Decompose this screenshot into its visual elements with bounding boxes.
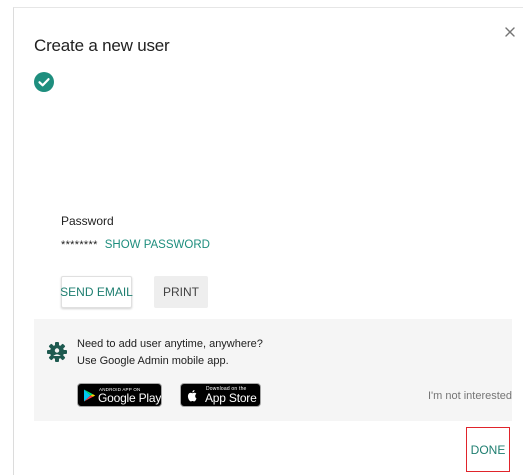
app-store-badge[interactable]: Download on the App Store [180, 383, 261, 407]
check-circle-icon [34, 72, 54, 92]
print-button[interactable]: PRINT [154, 276, 208, 308]
google-play-icon [84, 389, 96, 402]
admin-gear-icon [47, 342, 67, 362]
google-play-big-text: Google Play [98, 391, 162, 405]
show-password-link[interactable]: SHOW PASSWORD [105, 239, 210, 251]
create-user-dialog: Create a new user Password ******** SHOW… [13, 7, 523, 475]
app-store-big-text: App Store [205, 391, 257, 405]
google-play-badge[interactable]: ANDROID APP ON Google Play [77, 383, 162, 407]
not-interested-link[interactable]: I'm not interested [428, 390, 512, 402]
done-button[interactable]: DONE [471, 443, 506, 457]
close-icon[interactable] [503, 25, 517, 39]
password-row: ******** SHOW PASSWORD [61, 238, 210, 252]
done-highlight-box: DONE [466, 427, 510, 472]
apple-icon [187, 390, 197, 402]
mobile-app-promo: Need to add user anytime, anywhere? Use … [34, 319, 512, 421]
password-label: Password [61, 214, 114, 228]
send-email-button[interactable]: SEND EMAIL [60, 276, 133, 308]
promo-subtext: Use Google Admin mobile app. [77, 355, 229, 367]
promo-headline: Need to add user anytime, anywhere? [77, 338, 263, 350]
dialog-title: Create a new user [34, 36, 170, 55]
password-masked-value: ******** [61, 239, 98, 251]
